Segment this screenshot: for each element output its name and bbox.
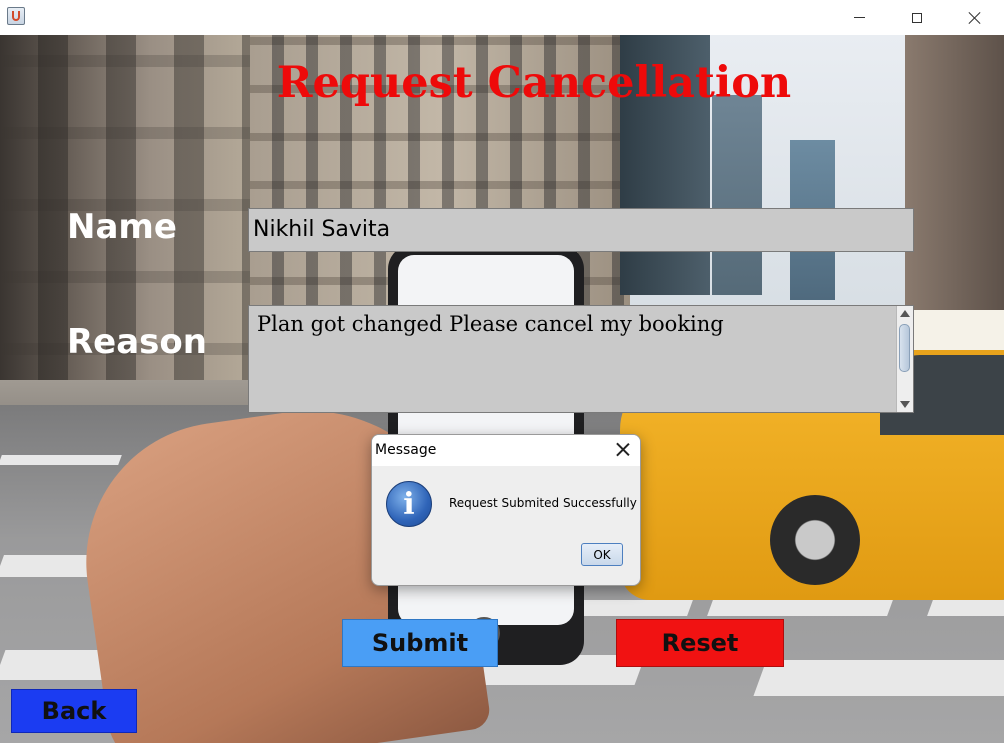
close-button[interactable] [946,0,1004,35]
dialog-ok-button[interactable]: OK [581,543,623,566]
app-window: Request Cancellation Name Nikhil Savita … [0,0,1004,743]
scroll-up-arrow-icon[interactable] [900,310,910,317]
dialog-titlebar: Message [372,435,640,466]
crosswalk-stripe [927,600,1004,616]
maximize-icon [912,12,922,23]
reset-button[interactable]: Reset [616,619,784,667]
java-app-icon [7,7,25,25]
window-titlebar [0,0,1004,35]
dialog-message: Request Submited Successfully [449,496,637,510]
background-tower [712,95,762,295]
minimize-icon [853,17,865,18]
name-field[interactable]: Nikhil Savita [248,208,914,252]
road-line [0,455,122,465]
submit-button[interactable]: Submit [342,619,498,667]
dialog-close-icon[interactable] [616,442,630,456]
crosswalk-stripe [577,600,693,616]
background-taxi-sign [905,310,1004,350]
crosswalk-stripe [753,660,1004,696]
minimize-button[interactable] [830,0,888,35]
name-label: Name [67,207,177,247]
reason-text[interactable]: Plan got changed Please cancel my bookin… [257,312,891,336]
message-dialog: Message i Request Submited Successfully … [371,434,641,586]
close-icon [968,11,982,25]
crosswalk-stripe [707,600,893,616]
back-button[interactable]: Back [11,689,137,733]
maximize-button[interactable] [888,0,946,35]
page-title: Request Cancellation [276,58,792,108]
info-icon: i [386,481,432,527]
reason-label: Reason [67,322,207,362]
scroll-thumb[interactable] [899,324,910,372]
reason-scrollbar[interactable] [896,306,913,412]
reason-textarea[interactable]: Plan got changed Please cancel my bookin… [248,305,914,413]
background-taxi-wheel [770,495,860,585]
dialog-title: Message [375,442,437,458]
scroll-down-arrow-icon[interactable] [900,401,910,408]
